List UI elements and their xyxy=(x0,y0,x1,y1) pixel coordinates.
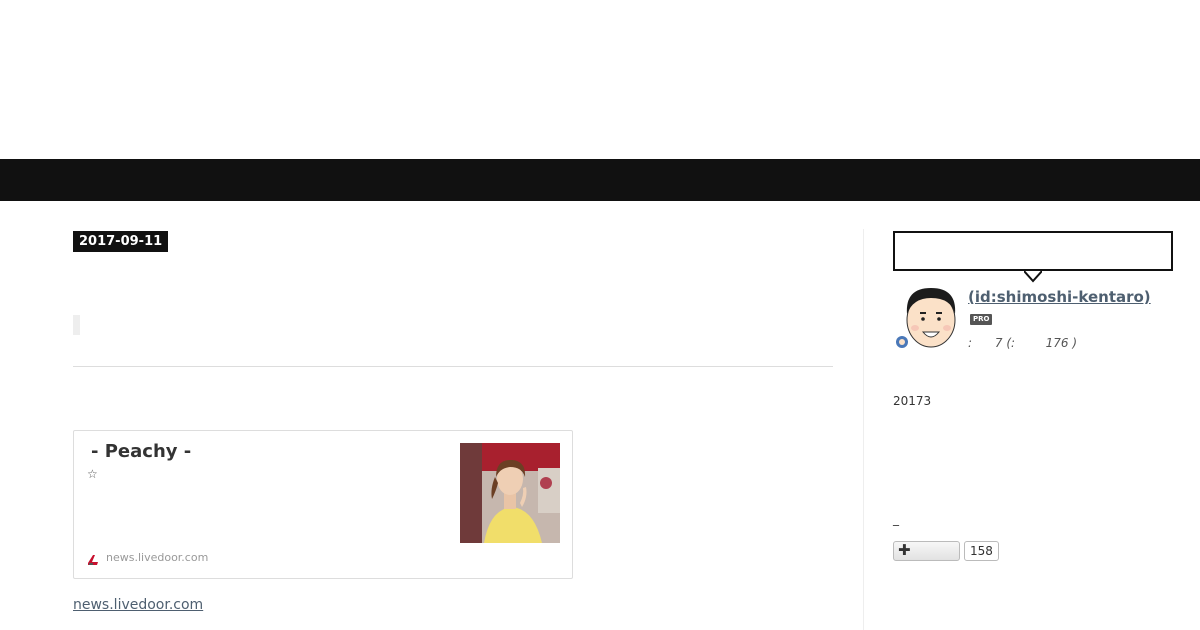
speech-bubble-box xyxy=(893,231,1173,271)
post-date[interactable]: 2017-09-11 xyxy=(73,231,169,252)
plus-icon: ✚ xyxy=(898,541,911,559)
global-nav-bar xyxy=(0,159,1200,201)
embed-title[interactable]: - Peachy - xyxy=(91,441,191,462)
source-link[interactable]: news.livedoor.com xyxy=(73,597,203,613)
profile-name-link[interactable]: (id:shimoshi-kentaro) xyxy=(968,288,1151,306)
embed-description: ☆ xyxy=(87,467,98,481)
livedoor-favicon-icon xyxy=(86,552,100,566)
embed-site-name: news.livedoor.com xyxy=(106,551,209,564)
embed-thumbnail-image[interactable] xyxy=(460,443,560,543)
reader-count: : 7 (: 176 ) xyxy=(968,336,1078,350)
header-area xyxy=(0,0,1200,159)
column-divider xyxy=(863,229,864,630)
profile-since-text: 20173 xyxy=(893,394,932,408)
embed-card[interactable]: - Peachy - ☆ news.livedoor.com xyxy=(73,430,573,579)
follow-button[interactable]: ✚ xyxy=(893,541,960,561)
pro-badge: PRO xyxy=(970,314,993,325)
blockquote-marker xyxy=(73,315,80,335)
profile-note-text: _ xyxy=(893,512,899,526)
cartoon-man-avatar-icon[interactable] xyxy=(893,284,963,350)
speech-bubble-tail xyxy=(1023,268,1043,283)
content-divider xyxy=(73,366,833,367)
follow-count[interactable]: 158 xyxy=(964,541,999,561)
